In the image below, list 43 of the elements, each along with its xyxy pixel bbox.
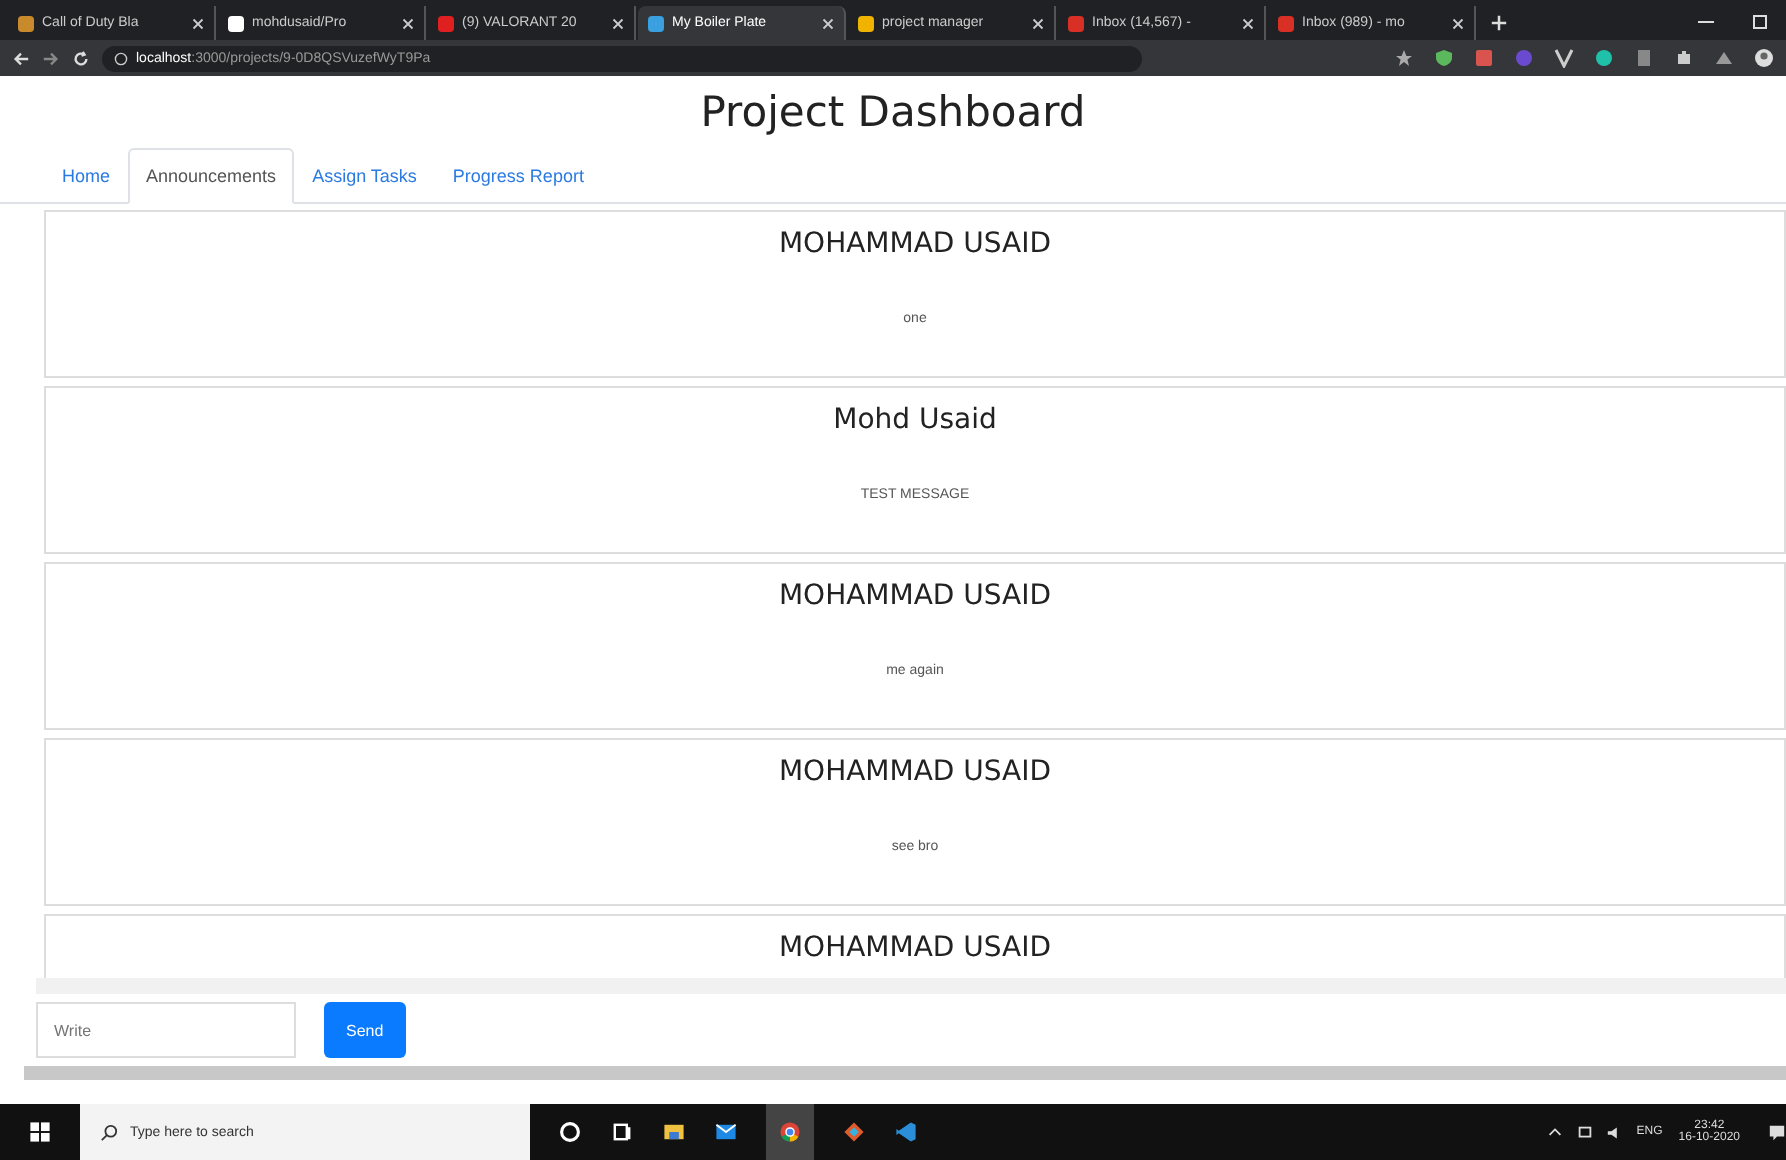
- page-title: Project Dashboard: [698, 88, 1088, 136]
- back-icon[interactable]: [12, 49, 30, 67]
- reload-icon[interactable]: [72, 49, 90, 67]
- folder-icon[interactable]: [662, 1120, 686, 1144]
- mail-icon[interactable]: [714, 1120, 738, 1144]
- send-button[interactable]: Send: [324, 1002, 406, 1058]
- network-icon[interactable]: [1576, 1123, 1595, 1141]
- message-input[interactable]: Write: [36, 1002, 296, 1058]
- message-author: MOHAMMAD USAID: [778, 932, 1052, 964]
- avatar-icon[interactable]: [1754, 48, 1774, 68]
- windows-start-icon[interactable]: [28, 1120, 52, 1144]
- new-tab-icon[interactable]: [1490, 14, 1508, 32]
- close-icon[interactable]: [1032, 17, 1044, 29]
- code-editor-icon[interactable]: [894, 1120, 918, 1144]
- restore-icon[interactable]: [1750, 12, 1770, 32]
- notification-icon[interactable]: [1768, 1123, 1786, 1141]
- nav-tab[interactable]: Assign Tasks: [294, 148, 435, 204]
- message-author: Mohd Usaid: [833, 404, 997, 436]
- star-icon[interactable]: [1394, 48, 1414, 68]
- puzzle-icon[interactable]: [1674, 48, 1694, 68]
- nav-tab[interactable]: Progress Report: [434, 148, 602, 204]
- diamond-app-icon[interactable]: [842, 1120, 866, 1144]
- shield-icon[interactable]: [1434, 48, 1454, 68]
- horizontal-scrollbar[interactable]: [36, 978, 1786, 994]
- close-icon[interactable]: [402, 17, 414, 29]
- search-icon: [100, 1123, 118, 1141]
- nav-tab[interactable]: Home: [44, 148, 129, 204]
- nav-tab[interactable]: Announcements: [128, 148, 295, 204]
- close-icon[interactable]: [612, 17, 624, 29]
- close-icon[interactable]: [1452, 17, 1464, 29]
- extension-icon[interactable]: [1714, 48, 1734, 68]
- caret-up-icon[interactable]: [1546, 1123, 1565, 1141]
- cortana-icon[interactable]: [558, 1120, 582, 1144]
- close-icon[interactable]: [1242, 17, 1254, 29]
- message-author: MOHAMMAD USAID: [778, 228, 1052, 260]
- message-author: MOHAMMAD USAID: [778, 580, 1052, 612]
- page-scrollbar[interactable]: [24, 1066, 1786, 1080]
- close-icon[interactable]: [192, 17, 204, 29]
- info-icon: [114, 51, 128, 65]
- close-icon[interactable]: [822, 17, 834, 29]
- task-view-icon[interactable]: [610, 1120, 634, 1144]
- message-author: MOHAMMAD USAID: [778, 756, 1052, 788]
- forward-icon[interactable]: [42, 49, 60, 67]
